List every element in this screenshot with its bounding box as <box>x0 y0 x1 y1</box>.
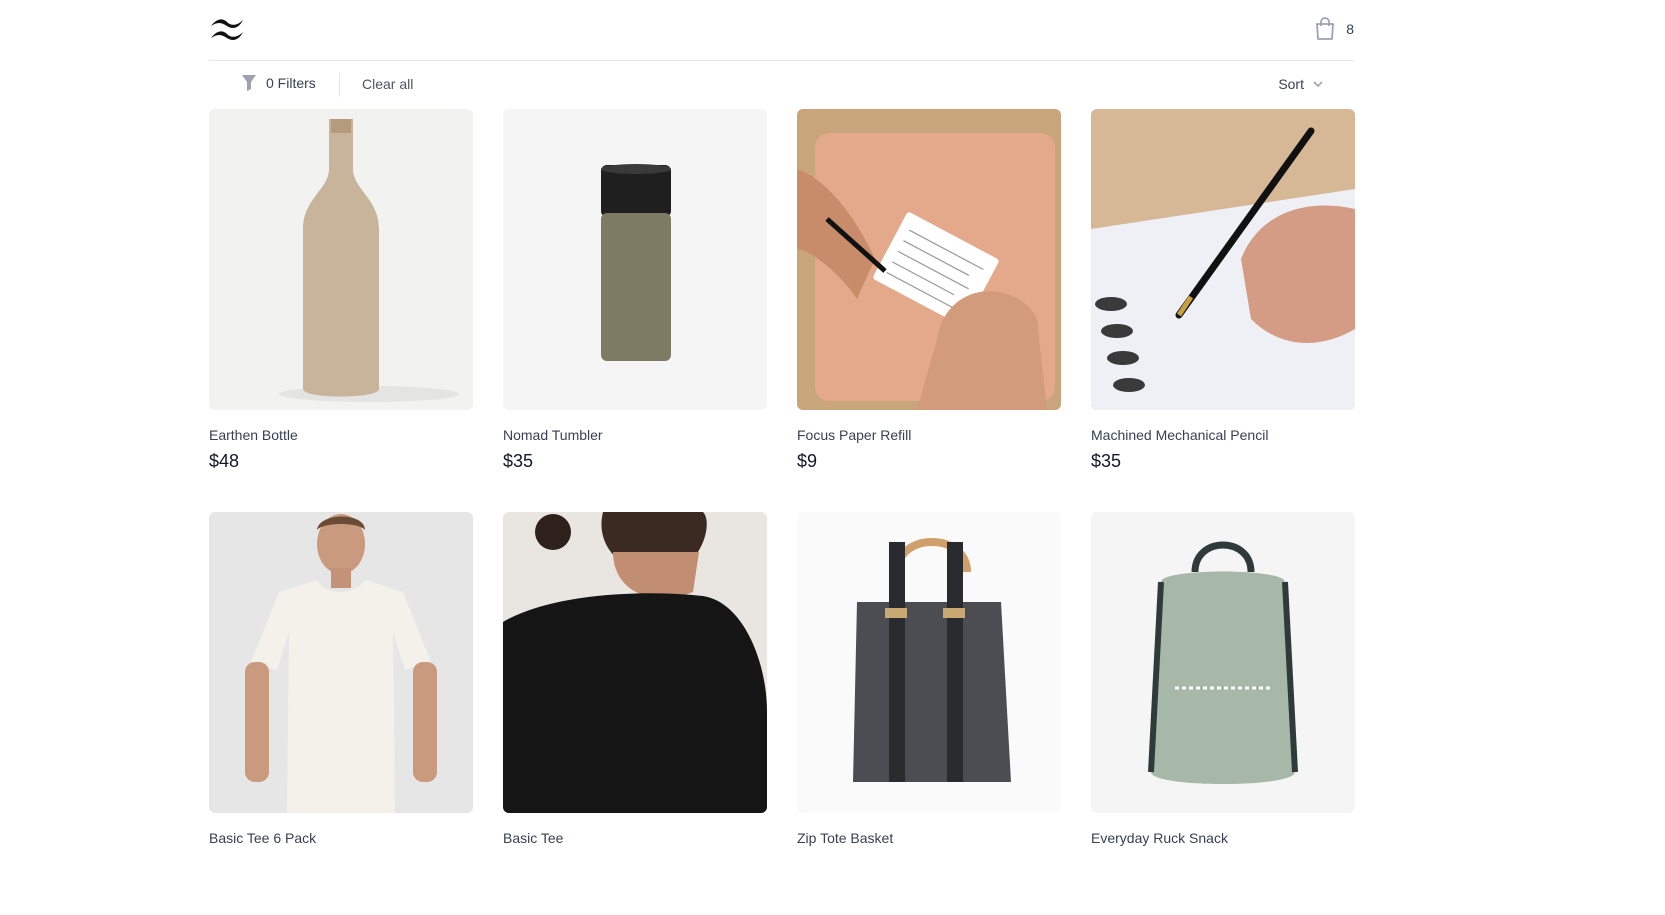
product-name: Basic Tee <box>503 830 564 846</box>
shopping-bag-icon <box>1316 17 1335 40</box>
product-image <box>797 512 1061 813</box>
product-name: Basic Tee 6 Pack <box>209 830 317 846</box>
sort-label: Sort <box>1278 76 1304 92</box>
product-card[interactable]: Focus Paper Refill $9 <box>797 109 1061 512</box>
product-name: Everyday Ruck Snack <box>1091 830 1228 846</box>
product-price: $35 <box>1091 451 1122 471</box>
sort-button[interactable]: Sort <box>1278 76 1324 92</box>
product-image <box>209 512 473 813</box>
product-image <box>797 109 1061 410</box>
filters-label: 0 Filters <box>266 75 316 91</box>
filter-divider <box>339 73 340 97</box>
product-image <box>1091 109 1355 410</box>
wave-logo-icon[interactable] <box>209 16 245 42</box>
filter-bar: 0 Filters Clear all Sort <box>209 61 1354 109</box>
product-image <box>503 109 767 410</box>
product-image <box>1091 512 1355 813</box>
chevron-down-icon <box>1313 81 1323 88</box>
cart-count: 8 <box>1346 21 1354 37</box>
product-name: Machined Mechanical Pencil <box>1091 427 1269 443</box>
product-card[interactable]: Basic Tee <box>503 512 767 915</box>
product-name: Zip Tote Basket <box>797 830 894 846</box>
product-card[interactable]: Machined Mechanical Pencil $35 <box>1091 109 1355 512</box>
product-price: $9 <box>797 451 818 471</box>
product-card[interactable]: Nomad Tumbler $35 <box>503 109 767 512</box>
product-card[interactable]: Basic Tee 6 Pack <box>209 512 473 915</box>
product-price: $48 <box>209 451 240 471</box>
filters-button[interactable]: 0 Filters <box>241 74 316 92</box>
product-card[interactable]: Everyday Ruck Snack <box>1091 512 1355 915</box>
product-card[interactable]: Earthen Bottle $48 <box>209 109 473 512</box>
product-price: $35 <box>503 451 534 471</box>
product-name: Nomad Tumbler <box>503 427 603 443</box>
product-image <box>503 512 767 813</box>
cart-button[interactable]: 8 <box>1314 17 1354 41</box>
product-card[interactable]: Zip Tote Basket <box>797 512 1061 915</box>
product-image <box>209 109 473 410</box>
clear-all-button[interactable]: Clear all <box>362 76 413 92</box>
product-name: Earthen Bottle <box>209 427 298 443</box>
site-header: 8 <box>209 0 1354 61</box>
product-name: Focus Paper Refill <box>797 427 912 443</box>
funnel-icon <box>242 75 256 91</box>
product-grid: Earthen Bottle $48 Nomad Tumbler $35 Foc… <box>209 109 1355 915</box>
